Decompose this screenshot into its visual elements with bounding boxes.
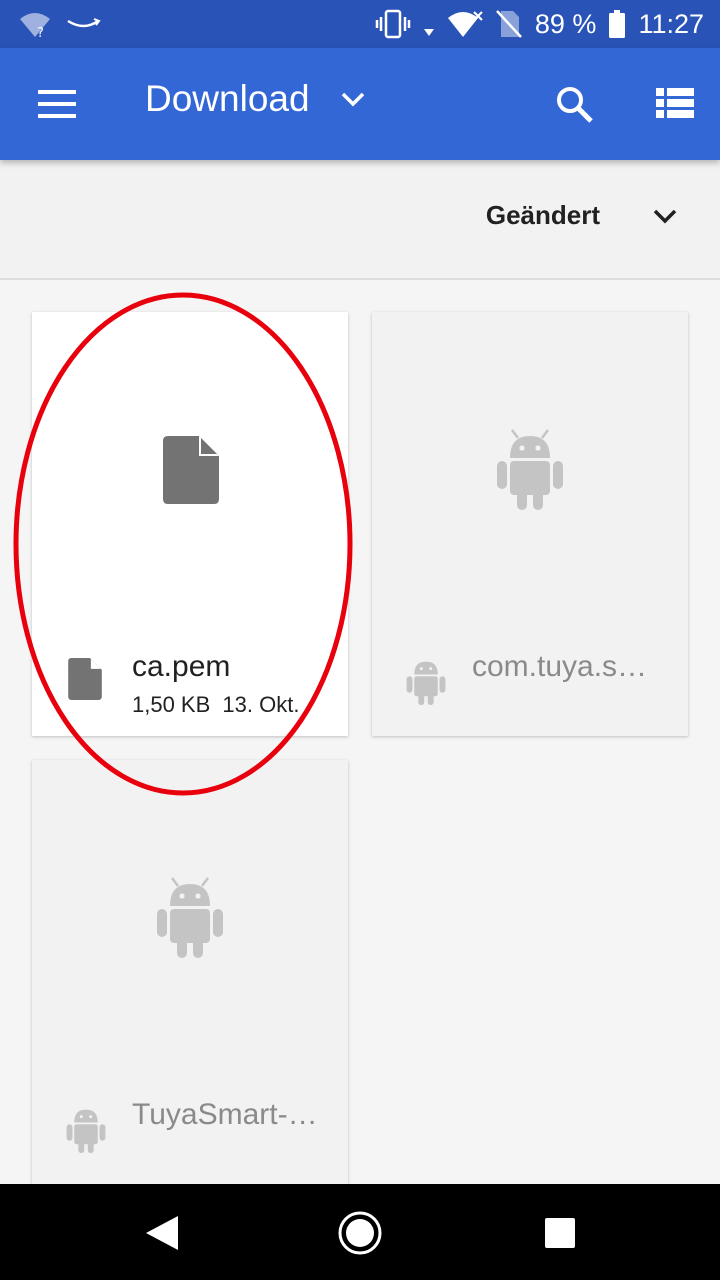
app-bar: Download [0,48,720,160]
file-details: 1,50 KB 13. Okt. [132,692,299,718]
document-icon [68,658,102,700]
file-name: com.tuya.s… [472,650,648,683]
sort-button[interactable]: Geändert [486,200,678,231]
navigation-bar [0,1184,720,1280]
android-icon [157,877,223,958]
page-title: Download [145,78,310,119]
list-view-icon [656,88,694,118]
file-thumbnail [372,312,688,632]
menu-icon [38,90,76,118]
signal-icon [423,9,435,39]
android-icon [406,661,446,706]
search-icon [557,87,593,123]
amazon-icon [66,15,102,35]
battery-icon [608,9,626,39]
file-thumbnail [32,760,348,1080]
android-icon [497,429,563,510]
status-bar-left: ? [18,10,102,40]
file-name: TuyaSmart-… [132,1098,318,1131]
sort-label: Geändert [485,200,600,230]
recents-button[interactable] [535,1208,585,1258]
chevron-down-icon [341,92,364,107]
status-bar-right: 89 % 11:27 [375,6,704,42]
file-card[interactable]: com.tuya.s… [372,312,688,736]
home-button[interactable] [335,1208,385,1258]
list-view-button[interactable] [652,86,696,122]
svg-text:?: ? [37,26,44,39]
home-icon [338,1211,382,1255]
file-size: 1,50 KB [132,692,211,717]
android-icon [66,1109,106,1154]
vibrate-icon [375,9,411,39]
file-card[interactable]: TuyaSmart-… [32,760,348,1184]
document-icon [163,436,219,504]
chevron-down-icon [653,209,677,223]
folder-switcher[interactable]: Download [145,78,366,120]
menu-button[interactable] [30,84,82,124]
recents-icon [545,1218,575,1248]
wifi-unknown-icon: ? [18,11,52,39]
file-name: ca.pem [132,650,231,683]
file-card[interactable]: ca.pem 1,50 KB 13. Okt. [32,312,348,736]
file-date: 13. Okt. [222,692,300,717]
no-sim-icon [495,9,523,39]
file-thumbnail [32,312,348,632]
search-button[interactable] [552,82,598,128]
sort-bar: Geändert [0,160,720,280]
wifi-icon [447,9,483,39]
clock: 11:27 [638,8,704,39]
battery-text: 89 % [534,8,597,39]
status-bar: ? 89 % 11:27 [0,0,720,48]
back-button[interactable] [138,1208,188,1258]
back-icon [146,1216,178,1250]
